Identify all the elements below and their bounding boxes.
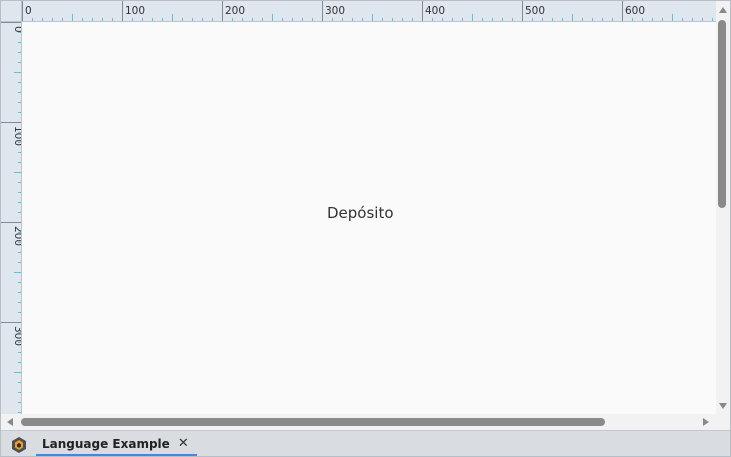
ignition-app-icon[interactable] bbox=[10, 436, 28, 454]
vertical-ruler: 0 100 200 300 bbox=[1, 22, 22, 414]
scroll-right-arrow-icon[interactable] bbox=[703, 418, 709, 426]
vertical-scroll-thumb[interactable] bbox=[718, 20, 726, 208]
scroll-left-arrow-icon[interactable] bbox=[7, 418, 13, 426]
vertical-ruler-graphic: 0 100 200 300 bbox=[1, 22, 22, 413]
vertical-scrollbar[interactable] bbox=[716, 1, 730, 414]
ruler-h-label-100: 100 bbox=[125, 5, 145, 17]
ruler-v-label-100: 100 bbox=[12, 126, 22, 146]
ruler-h-label-300: 300 bbox=[325, 5, 345, 17]
ruler-h-label-200: 200 bbox=[225, 5, 245, 17]
scroll-down-arrow-icon[interactable] bbox=[719, 403, 727, 409]
ruler-h-label-400: 400 bbox=[425, 5, 445, 17]
ruler-v-label-0: 0 bbox=[12, 26, 22, 33]
scroll-up-arrow-icon[interactable] bbox=[719, 7, 727, 13]
horizontal-ruler-graphic: 0 100 200 300 400 500 600 bbox=[22, 1, 713, 21]
deposito-label[interactable]: Depósito bbox=[327, 204, 394, 222]
horizontal-scroll-thumb[interactable] bbox=[21, 418, 605, 426]
designer-window: 0 100 200 300 400 500 600 0 100 200 300 … bbox=[0, 0, 731, 457]
ruler-h-label-500: 500 bbox=[525, 5, 545, 17]
close-icon[interactable]: ✕ bbox=[178, 437, 189, 450]
ruler-v-label-300: 300 bbox=[12, 326, 22, 346]
ruler-v-label-200: 200 bbox=[12, 226, 22, 246]
ruler-h-label-0: 0 bbox=[25, 5, 32, 17]
ruler-h-label-600: 600 bbox=[625, 5, 645, 17]
tab-label: Language Example bbox=[42, 436, 170, 451]
horizontal-scrollbar[interactable] bbox=[1, 414, 716, 430]
tab-language-example[interactable]: Language Example ✕ bbox=[36, 433, 197, 456]
scrollbar-corner bbox=[716, 414, 730, 430]
ruler-corner bbox=[1, 1, 22, 22]
design-canvas[interactable]: Depósito bbox=[23, 23, 716, 414]
tab-bar: Language Example ✕ bbox=[1, 430, 730, 456]
horizontal-ruler: 0 100 200 300 400 500 600 bbox=[22, 1, 716, 22]
